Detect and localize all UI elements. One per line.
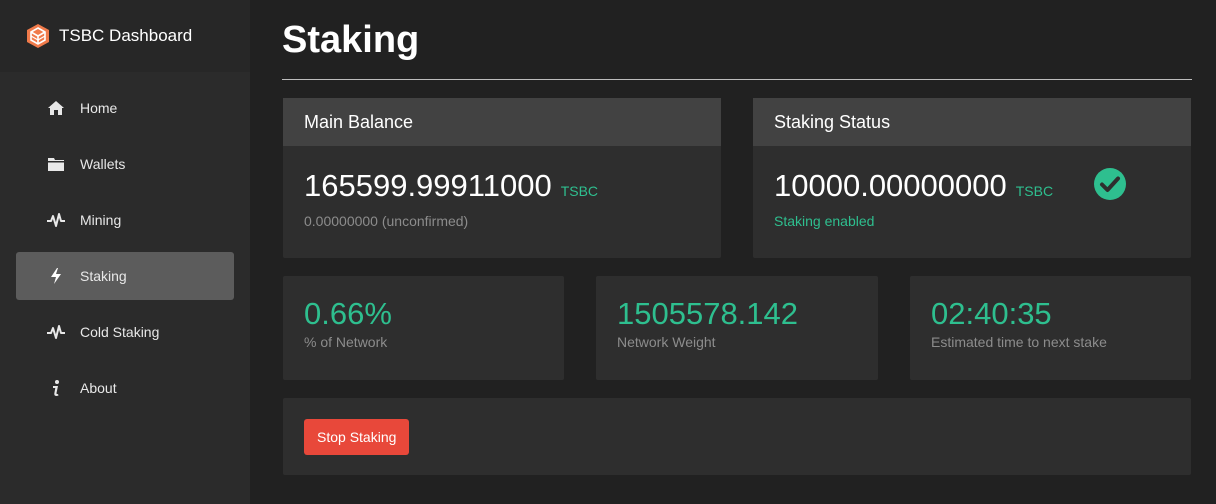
staking-status-header: Staking Status xyxy=(753,98,1191,146)
page-title: Staking xyxy=(282,19,420,61)
sidebar: TSBC Dashboard Home Wallets Mining Staki… xyxy=(0,0,250,504)
sidebar-item-label: Mining xyxy=(80,212,122,228)
balance-amount: 165599.99911000 xyxy=(304,168,552,203)
stat-value: 1505578.142 xyxy=(617,296,799,331)
sidebar-item-label: About xyxy=(80,380,117,396)
lightning-icon xyxy=(46,266,66,286)
sidebar-item-cold-staking[interactable]: Cold Staking xyxy=(16,308,234,356)
stat-label: Network Weight xyxy=(617,334,716,350)
sidebar-item-mining[interactable]: Mining xyxy=(16,196,234,244)
home-icon xyxy=(46,98,66,118)
sidebar-item-label: Staking xyxy=(80,268,127,284)
stat-value: 02:40:35 xyxy=(931,296,1052,331)
stat-value: 0.66% xyxy=(304,296,392,331)
pulse-icon xyxy=(46,322,66,342)
stop-staking-button[interactable]: Stop Staking xyxy=(304,419,410,455)
sidebar-item-staking[interactable]: Staking xyxy=(16,252,234,300)
brand-title: TSBC Dashboard xyxy=(59,26,193,45)
unconfirmed-balance: 0.00000000 (unconfirmed) xyxy=(304,213,469,229)
staking-status-text: Staking enabled xyxy=(774,213,875,229)
title-divider xyxy=(282,79,1192,80)
main-balance-card: Main Balance 165599.99911000 TSBC 0.0000… xyxy=(283,98,721,258)
pulse-icon xyxy=(46,210,66,230)
check-circle-icon xyxy=(1093,167,1127,201)
staking-amount: 10000.00000000 xyxy=(774,168,1007,203)
staking-status-card: Staking Status 10000.00000000 TSBC Staki… xyxy=(753,98,1191,258)
folder-icon xyxy=(46,154,66,174)
stat-label: % of Network xyxy=(304,334,388,350)
sidebar-item-wallets[interactable]: Wallets xyxy=(16,140,234,188)
tsbc-logo-icon xyxy=(25,23,51,49)
sidebar-item-label: Cold Staking xyxy=(80,324,160,340)
balance-row: 165599.99911000 TSBC xyxy=(283,168,721,204)
sidebar-item-label: Wallets xyxy=(80,156,126,172)
balance-unit: TSBC xyxy=(560,183,599,199)
sidebar-item-label: Home xyxy=(80,100,118,116)
stat-card-network-weight: 1505578.142 Network Weight xyxy=(596,276,878,380)
brand[interactable]: TSBC Dashboard xyxy=(0,0,250,72)
staking-actions-card: Stop Staking xyxy=(283,398,1191,475)
sidebar-nav: Home Wallets Mining Staking Cold Staking xyxy=(0,72,250,412)
staking-unit: TSBC xyxy=(1015,183,1054,199)
sidebar-item-home[interactable]: Home xyxy=(16,84,234,132)
info-icon xyxy=(46,378,66,398)
stat-label: Estimated time to next stake xyxy=(931,334,1107,350)
main-content: Staking xyxy=(282,0,1192,80)
sidebar-item-about[interactable]: About xyxy=(16,364,234,412)
stat-card-next-stake: 02:40:35 Estimated time to next stake xyxy=(910,276,1191,380)
stat-card-network-share: 0.66% % of Network xyxy=(283,276,564,380)
main-balance-header: Main Balance xyxy=(283,98,721,146)
